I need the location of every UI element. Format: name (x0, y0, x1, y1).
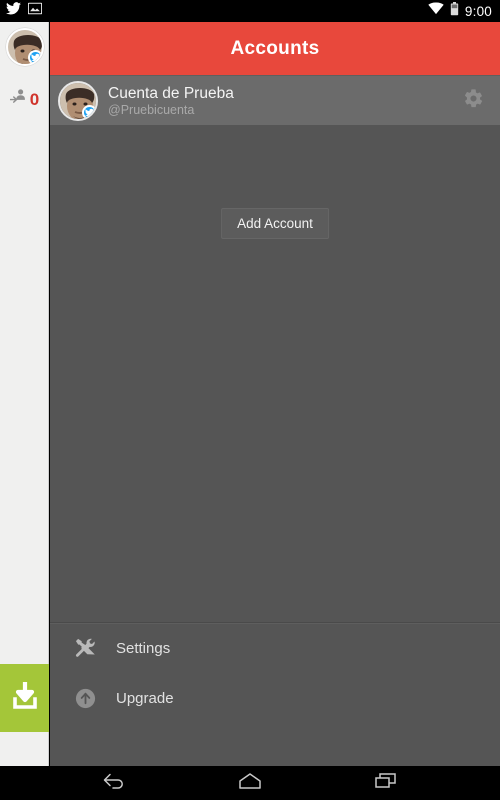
download-icon (8, 679, 42, 718)
account-settings-button[interactable] (460, 88, 486, 114)
wifi-icon (428, 2, 444, 20)
sidebar-avatar[interactable] (6, 28, 44, 66)
recents-icon (374, 772, 398, 795)
menu-item-label: Settings (116, 639, 171, 657)
twitter-icon (6, 2, 21, 20)
status-bar-clock: 9:00 (464, 3, 492, 19)
home-button[interactable] (230, 768, 270, 798)
left-sidebar: 0 (0, 22, 49, 766)
account-list-item[interactable]: Cuenta de Prueba @Pruebicuenta (50, 75, 500, 125)
menu-item-upgrade[interactable]: Upgrade (50, 673, 500, 723)
device-screen: 9:00 0 Accounts Cuenta de Prueba @Pruebi… (0, 0, 500, 800)
mention-person-icon (9, 88, 27, 110)
bottom-menu: Settings Upgrade (50, 622, 500, 732)
recents-button[interactable] (366, 768, 406, 798)
home-icon (238, 772, 262, 795)
twitter-badge-icon (28, 50, 42, 64)
content-area: Add Account Settings Upgrade (50, 125, 500, 732)
back-arrow-icon (101, 772, 127, 795)
account-text: Cuenta de Prueba @Pruebicuenta (108, 85, 234, 117)
battery-icon (450, 1, 459, 21)
navigation-bar (0, 766, 500, 800)
download-tile-button[interactable] (0, 664, 49, 732)
main-panel: Accounts Cuenta de Prueba @Pruebicuenta … (50, 22, 500, 766)
twitter-badge-icon (82, 104, 96, 119)
status-bar-left-icons (6, 2, 43, 20)
status-bar-right-icons: 9:00 (428, 1, 492, 21)
add-account-button[interactable]: Add Account (221, 208, 329, 239)
app-bar: Accounts (50, 22, 500, 75)
upgrade-arrow-icon (70, 687, 100, 710)
gear-icon (463, 88, 484, 114)
account-avatar (58, 80, 98, 121)
page-title: Accounts (230, 37, 320, 59)
tools-icon (70, 637, 100, 660)
status-bar: 9:00 (0, 0, 500, 22)
screenshot-image-icon (27, 2, 43, 20)
back-button[interactable] (94, 768, 134, 798)
account-handle: @Pruebicuenta (108, 102, 195, 117)
menu-item-settings[interactable]: Settings (50, 623, 500, 673)
sidebar-mentions-count: 0 (29, 89, 40, 109)
account-display-name: Cuenta de Prueba (108, 84, 234, 102)
menu-item-label: Upgrade (116, 689, 174, 707)
sidebar-mentions-stat[interactable]: 0 (0, 86, 49, 112)
